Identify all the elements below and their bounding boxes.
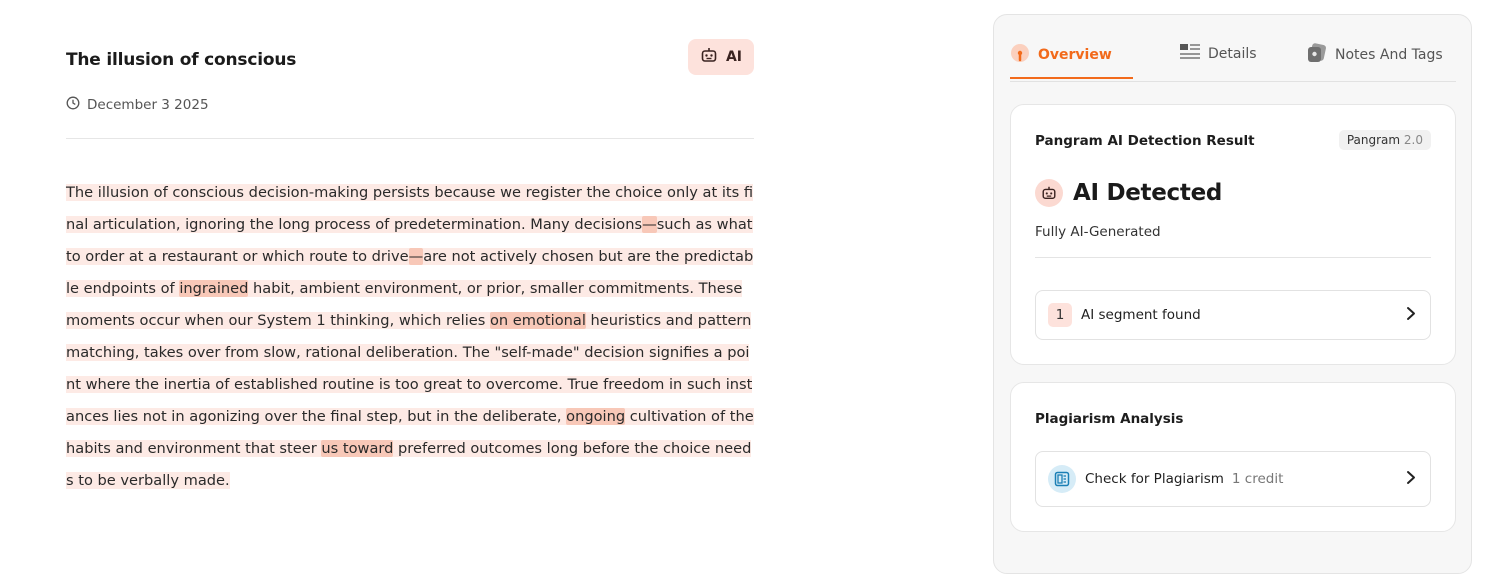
tab-overview-label: Overview — [1038, 47, 1112, 63]
robot-icon — [700, 46, 718, 68]
document-title: The illusion of conscious — [66, 50, 297, 70]
divider — [66, 138, 754, 139]
highlighted-phrase[interactable]: — — [408, 248, 424, 265]
detection-result-card: Pangram AI Detection Result Pangram 2.0 … — [1010, 104, 1456, 365]
ai-segment[interactable]: The illusion of conscious decision-makin… — [66, 184, 754, 489]
document-date: December 3 2025 — [66, 96, 754, 114]
version-badge: Pangram 2.0 — [1338, 130, 1431, 150]
plagiarism-card: Plagiarism Analysis Check for Plagiarism… — [1010, 382, 1456, 532]
highlighted-phrase[interactable]: — — [642, 216, 657, 233]
clock-icon — [66, 96, 80, 114]
robot-icon — [1035, 179, 1063, 207]
list-icon — [1180, 43, 1200, 65]
tab-notes-and-tags[interactable]: Notes And Tags — [1307, 43, 1443, 67]
document-body: The illusion of conscious decision-makin… — [66, 177, 756, 497]
panel-tabs: Overview Details Notes And Tags — [1010, 15, 1456, 82]
segment-label: AI segment found — [1081, 307, 1201, 323]
tab-details-label: Details — [1208, 46, 1257, 62]
segment-count: 1 — [1048, 303, 1072, 327]
verdict-subtext: Fully AI-Generated — [1035, 224, 1161, 240]
analysis-panel: Overview Details Notes And Tags Pangram … — [993, 14, 1472, 574]
verdict-label: AI Detected — [1073, 180, 1223, 206]
detection-result-heading: Pangram AI Detection Result — [1035, 133, 1255, 149]
credit-cost: 1 credit — [1231, 471, 1284, 487]
highlighted-phrase[interactable]: us toward — [321, 440, 394, 457]
check-plagiarism-label: Check for Plagiarism — [1085, 471, 1224, 487]
highlighted-phrase[interactable]: ongoing — [566, 408, 626, 425]
ai-badge-label: AI — [725, 49, 742, 65]
tag-icon — [1307, 43, 1327, 67]
divider — [1035, 257, 1431, 258]
tab-notes-label: Notes And Tags — [1335, 47, 1443, 63]
verdict: AI Detected — [1035, 179, 1222, 207]
document-view: The illusion of conscious AI December 3 … — [66, 38, 754, 497]
chevron-right-icon — [1406, 306, 1416, 325]
version-number: 2.0 — [1403, 133, 1423, 147]
highlighted-phrase[interactable]: on emotional — [489, 312, 586, 329]
tab-overview[interactable]: Overview — [1010, 43, 1112, 67]
highlighted-phrase[interactable]: ingrained — [179, 280, 249, 297]
plagiarism-heading: Plagiarism Analysis — [1035, 411, 1184, 427]
document-scan-icon — [1048, 465, 1076, 493]
active-tab-indicator — [1010, 77, 1133, 79]
version-name: Pangram — [1346, 133, 1401, 147]
date-label: December 3 2025 — [87, 97, 209, 113]
check-plagiarism-button[interactable]: Check for Plagiarism 1 credit — [1035, 451, 1431, 507]
document-header: The illusion of conscious AI — [66, 38, 754, 78]
ai-segments-button[interactable]: 1 AI segment found — [1035, 290, 1431, 340]
ai-badge[interactable]: AI — [687, 39, 754, 75]
tab-details[interactable]: Details — [1180, 43, 1257, 65]
chevron-right-icon — [1406, 470, 1416, 489]
gauge-icon — [1010, 43, 1030, 67]
